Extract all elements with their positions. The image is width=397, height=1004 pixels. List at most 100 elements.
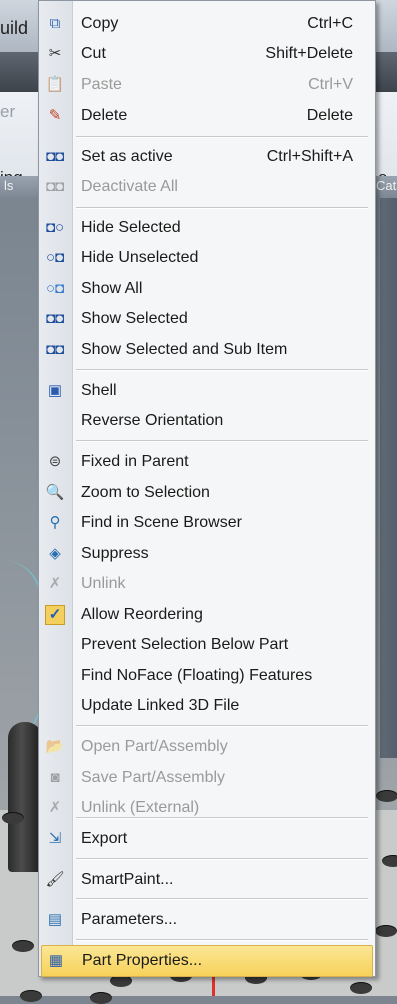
menu-item-label: Fixed in Parent (81, 453, 189, 470)
checkmark-box: ✓ (45, 605, 65, 625)
menu-item-zoom-to-selection[interactable]: 🔍 Zoom to Selection (41, 478, 371, 508)
baseplate-hole (90, 992, 112, 1004)
menu-item-label: Show All (81, 280, 143, 297)
menu-item-label: Parameters... (81, 911, 178, 928)
menu-item-label: Suppress (81, 545, 149, 562)
menu-item-deactivate-all[interactable]: ◘◘ Deactivate All (41, 172, 371, 202)
menu-item-allow-reordering[interactable]: ✓ Allow Reordering (41, 600, 371, 630)
menu-item-paste[interactable]: 📋 Paste Ctrl+V (41, 70, 371, 100)
baseplate-hole (375, 925, 397, 937)
menu-item-label: Cut (81, 45, 106, 62)
find-scene-icon: ⚲ (49, 514, 61, 531)
zoom-icon: 🔍 (45, 484, 65, 501)
menu-item-label: Show Selected and Sub Item (81, 341, 288, 358)
baseplate-hole (376, 790, 397, 802)
menu-item-label: Unlink (81, 575, 126, 592)
baseplate-hole (350, 982, 372, 994)
app-title-fragment: uild (0, 18, 29, 38)
menu-item-reverse-orientation[interactable]: Reverse Orientation (41, 406, 371, 436)
show-selected-sub-icon: ◘◘ (45, 341, 65, 358)
menu-item-hide-unselected[interactable]: ○◘ Hide Unselected (41, 243, 371, 273)
set-active-icon: ◘◘ (45, 148, 65, 165)
menu-separator (76, 858, 368, 860)
menu-item-fixed-in-parent[interactable]: ⊜ Fixed in Parent (41, 447, 371, 477)
menu-separator (76, 817, 368, 819)
properties-icon: ▦ (48, 952, 64, 969)
menu-item-shortcut: Shift+Delete (265, 45, 353, 62)
menu-item-update-linked-3d-file[interactable]: Update Linked 3D File (41, 691, 371, 721)
scene-black-post (8, 722, 42, 872)
suppress-icon: ◈ (49, 545, 61, 562)
menu-separator (76, 369, 368, 371)
open-folder-icon: 📂 (45, 738, 65, 755)
context-menu: ⧉ Copy Ctrl+C ✂ Cut Shift+Delete 📋 Paste Ctrl+V ✎… (38, 0, 376, 977)
scissors-icon: ✂ (48, 45, 62, 62)
menu-item-show-selected[interactable]: ◘◘ Show Selected (41, 304, 371, 334)
menu-separator (76, 898, 368, 900)
scene-curve-outline (0, 560, 42, 740)
menu-item-copy[interactable]: ⧉ Copy Ctrl+C (41, 9, 371, 39)
baseplate-hole (2, 812, 24, 824)
menu-item-label: Shell (81, 382, 117, 399)
show-all-icon: ○◘ (45, 280, 65, 297)
menu-item-label: Unlink (External) (81, 799, 200, 816)
menu-item-label: Save Part/Assembly (81, 769, 226, 786)
menu-item-export[interactable]: ⇲ Export (41, 824, 371, 854)
menu-item-shortcut: Ctrl+Shift+A (266, 148, 353, 165)
menu-item-part-properties[interactable]: ▦ Part Properties... (41, 945, 373, 977)
menu-item-save-part-assembly[interactable]: ◙ Save Part/Assembly (41, 763, 371, 793)
parameters-icon: ▤ (47, 911, 63, 928)
menu-item-label: Prevent Selection Below Part (81, 636, 289, 653)
export-icon: ⇲ (48, 830, 62, 847)
menu-item-shortcut: Ctrl+V (308, 76, 353, 93)
menu-item-shell[interactable]: ▣ Shell (41, 376, 371, 406)
deactivate-all-icon: ◘◘ (45, 178, 65, 195)
unlink-icon: ✗ (48, 575, 62, 592)
menu-item-label: Zoom to Selection (81, 484, 210, 501)
hide-selected-icon: ◘○ (45, 219, 65, 236)
baseplate-hole (12, 940, 34, 952)
menu-item-find-noface-floating-features[interactable]: Find NoFace (Floating) Features (41, 661, 371, 691)
menu-separator (76, 136, 368, 138)
baseplate-hole (382, 855, 397, 867)
menu-item-label: Deactivate All (81, 178, 178, 195)
menu-item-label: Update Linked 3D File (81, 697, 240, 714)
menu-item-smartpaint[interactable]: 🖌 SmartPaint... (41, 865, 371, 895)
checkmark-icon: ✓ (45, 605, 65, 625)
menu-item-label: Reverse Orientation (81, 412, 224, 429)
menu-separator (76, 207, 368, 209)
menu-item-label: Hide Unselected (81, 249, 199, 266)
menu-item-set-as-active[interactable]: ◘◘ Set as active Ctrl+Shift+A (41, 142, 371, 172)
eraser-icon: ✎ (48, 107, 62, 124)
ribbon-text-1: er (0, 102, 16, 121)
menu-item-label: Open Part/Assembly (81, 738, 228, 755)
menu-item-find-in-scene-browser[interactable]: ⚲ Find in Scene Browser (41, 508, 371, 538)
menu-item-show-all[interactable]: ○◘ Show All (41, 274, 371, 304)
menu-item-hide-selected[interactable]: ◘○ Hide Selected (41, 213, 371, 243)
menu-item-unlink[interactable]: ✗ Unlink (41, 569, 371, 599)
menu-item-shortcut: Delete (306, 107, 353, 124)
ribbon-group-label-left: ls (4, 178, 14, 193)
ribbon-group-label-right: Cata (376, 178, 397, 193)
scene-side-panel (380, 198, 397, 758)
menu-item-label: Export (81, 830, 128, 847)
menu-item-show-selected-and-sub-item[interactable]: ◘◘ Show Selected and Sub Item (41, 335, 371, 365)
menu-item-label: Set as active (81, 148, 173, 165)
menu-item-label: Allow Reordering (81, 606, 203, 623)
menu-item-label: Part Properties... (82, 952, 203, 969)
menu-item-prevent-selection-below-part[interactable]: Prevent Selection Below Part (41, 630, 371, 660)
hide-unselected-icon: ○◘ (45, 249, 65, 266)
paintbrush-icon: 🖌 (45, 871, 65, 888)
menu-item-delete[interactable]: ✎ Delete Delete (41, 101, 371, 131)
menu-item-suppress[interactable]: ◈ Suppress (41, 539, 371, 569)
menu-item-label: Show Selected (81, 310, 188, 327)
menu-item-parameters[interactable]: ▤ Parameters... (41, 905, 371, 935)
menu-item-label: Paste (81, 76, 122, 93)
menu-item-label: SmartPaint... (81, 871, 174, 888)
copy-icon: ⧉ (49, 15, 61, 32)
menu-item-cut[interactable]: ✂ Cut Shift+Delete (41, 39, 371, 69)
menu-item-label: Copy (81, 15, 119, 32)
menu-separator (76, 440, 368, 442)
paste-icon: 📋 (45, 76, 65, 93)
menu-item-open-part-assembly[interactable]: 📂 Open Part/Assembly (41, 732, 371, 762)
